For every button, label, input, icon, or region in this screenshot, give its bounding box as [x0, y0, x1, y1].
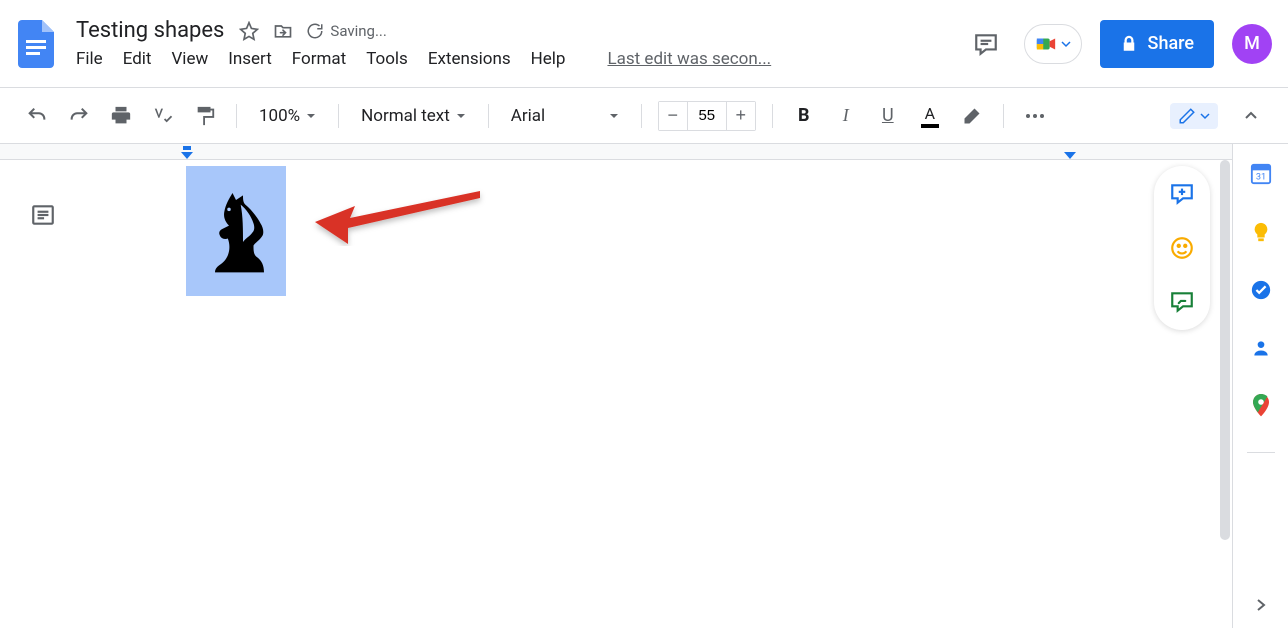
separator: [772, 104, 773, 128]
redo-button[interactable]: [64, 101, 94, 131]
maps-app-icon[interactable]: [1249, 394, 1273, 418]
document-body[interactable]: [0, 160, 1232, 628]
chevron-down-icon: [456, 111, 466, 121]
annotation-arrow: [310, 186, 490, 246]
move-icon[interactable]: [272, 20, 294, 42]
meet-button[interactable]: [1024, 24, 1082, 64]
menu-help[interactable]: Help: [531, 49, 566, 69]
separator: [1003, 104, 1004, 128]
toolbar: 100% Normal text Arial − + B I U A: [0, 88, 1288, 144]
star-icon[interactable]: [238, 20, 260, 42]
side-panel: 31: [1232, 144, 1288, 628]
font-size-control: − +: [658, 101, 756, 131]
header-right: Share M: [966, 20, 1272, 68]
toolbar-right: [1170, 101, 1266, 131]
add-comment-button[interactable]: [1164, 176, 1200, 212]
main-area: 31: [0, 144, 1288, 628]
title-row: Testing shapes Saving...: [76, 18, 771, 43]
collapse-toolbar-button[interactable]: [1236, 101, 1266, 131]
quick-actions-panel: [1154, 166, 1210, 330]
menubar: File Edit View Insert Format Tools Exten…: [76, 49, 771, 69]
document-title[interactable]: Testing shapes: [76, 18, 224, 43]
title-area: Testing shapes Saving... File Edit View …: [76, 18, 771, 69]
chevron-down-icon: [1061, 39, 1071, 49]
menu-insert[interactable]: Insert: [228, 49, 272, 69]
horizontal-ruler[interactable]: [0, 144, 1232, 160]
separator: [488, 104, 489, 128]
calendar-app-icon[interactable]: 31: [1249, 162, 1273, 186]
text-color-button[interactable]: A: [915, 101, 945, 131]
chevron-down-icon: [1200, 111, 1210, 121]
add-emoji-button[interactable]: [1164, 230, 1200, 266]
editing-mode-button[interactable]: [1170, 103, 1218, 129]
title-icons-group: Saving...: [238, 20, 386, 42]
comment-history-icon[interactable]: [966, 24, 1006, 64]
menu-file[interactable]: File: [76, 49, 103, 69]
spellcheck-button[interactable]: [148, 101, 178, 131]
show-side-panel-button[interactable]: [1252, 596, 1270, 614]
separator: [338, 104, 339, 128]
menu-extensions[interactable]: Extensions: [428, 49, 511, 69]
separator: [641, 104, 642, 128]
paint-format-button[interactable]: [190, 101, 220, 131]
zoom-select[interactable]: 100%: [253, 106, 322, 126]
print-button[interactable]: [106, 101, 136, 131]
italic-button[interactable]: I: [831, 101, 861, 131]
contacts-app-icon[interactable]: [1249, 336, 1273, 360]
pencil-icon: [1178, 107, 1196, 125]
menu-tools[interactable]: Tools: [366, 49, 408, 69]
undo-button[interactable]: [22, 101, 52, 131]
font-size-input[interactable]: [687, 102, 727, 130]
chevron-down-icon: [306, 111, 316, 121]
right-indent-marker[interactable]: [1063, 146, 1077, 160]
left-indent-marker[interactable]: [180, 146, 194, 160]
font-select[interactable]: Arial: [505, 106, 625, 126]
saving-text: Saving...: [330, 22, 386, 40]
user-avatar[interactable]: M: [1232, 24, 1272, 64]
chess-knight-icon: [201, 189, 271, 274]
bold-button[interactable]: B: [789, 101, 819, 131]
suggest-edits-button[interactable]: [1164, 284, 1200, 320]
lock-icon: [1120, 35, 1138, 53]
selected-shape[interactable]: [186, 166, 286, 296]
font-size-decrease[interactable]: −: [659, 102, 687, 130]
share-button[interactable]: Share: [1100, 20, 1214, 68]
vertical-scrollbar[interactable]: [1220, 160, 1230, 540]
keep-app-icon[interactable]: [1249, 220, 1273, 244]
menu-view[interactable]: View: [171, 49, 208, 69]
docs-logo[interactable]: [16, 17, 56, 71]
underline-button[interactable]: U: [873, 101, 903, 131]
separator: [1247, 452, 1275, 453]
font-size-increase[interactable]: +: [727, 102, 755, 130]
menu-format[interactable]: Format: [292, 49, 346, 69]
svg-text:31: 31: [1255, 173, 1265, 183]
tasks-app-icon[interactable]: [1249, 278, 1273, 302]
separator: [236, 104, 237, 128]
paragraph-style-select[interactable]: Normal text: [355, 106, 472, 126]
more-tools-button[interactable]: [1020, 101, 1050, 131]
menu-edit[interactable]: Edit: [123, 49, 152, 69]
highlight-button[interactable]: [957, 101, 987, 131]
saving-indicator: Saving...: [306, 22, 386, 40]
share-label: Share: [1148, 33, 1194, 54]
chevron-down-icon: [609, 111, 619, 121]
document-canvas: [0, 144, 1232, 628]
last-edit-link[interactable]: Last edit was secon...: [607, 49, 771, 69]
titlebar: Testing shapes Saving... File Edit View …: [0, 0, 1288, 88]
show-outline-button[interactable]: [30, 202, 58, 230]
